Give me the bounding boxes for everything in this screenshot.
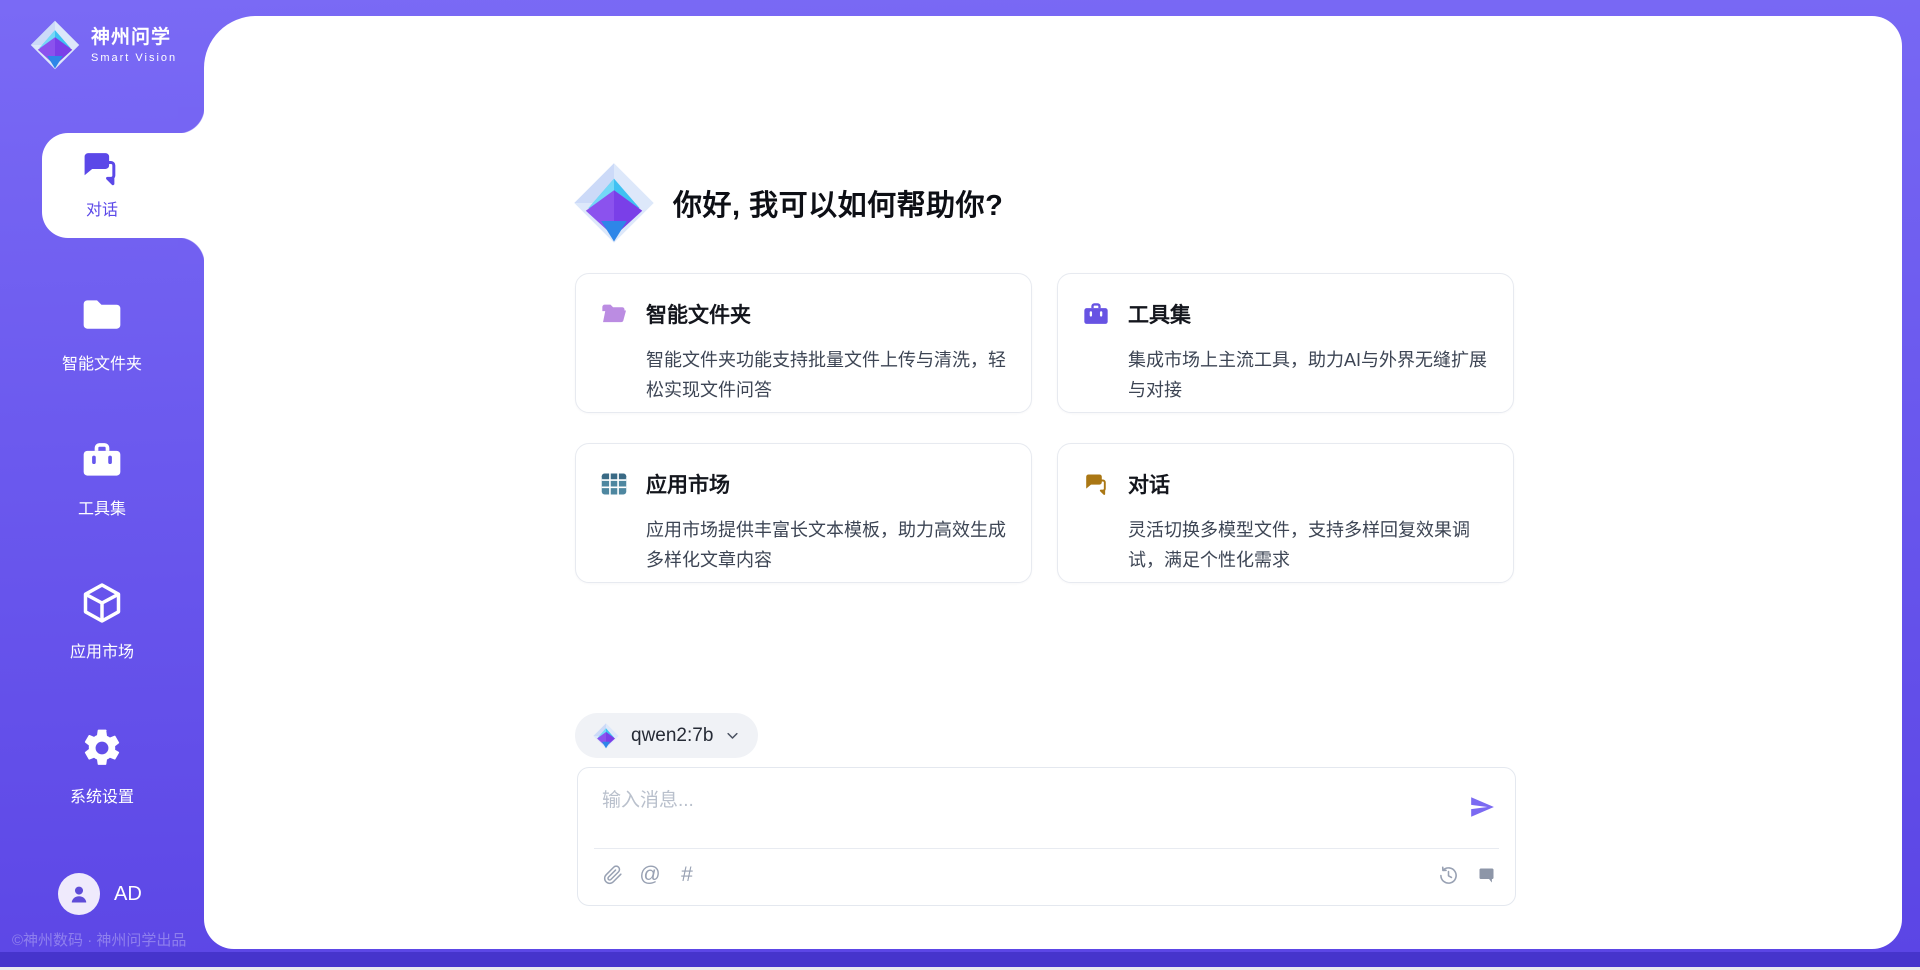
- sidebar-item-label: 工具集: [0, 495, 204, 519]
- bottom-band: [0, 952, 1920, 967]
- card-title: 应用市场: [646, 469, 730, 499]
- person-icon: [67, 882, 91, 906]
- copyright-footer: ©神州数码 · 神州问学出品: [12, 929, 186, 950]
- brand-logo: 神州问学 Smart Vision: [30, 20, 177, 70]
- sidebar-item-smart-folder[interactable]: 智能文件夹: [0, 293, 204, 374]
- user-name: AD: [114, 883, 142, 906]
- sidebar-item-label: 应用市场: [0, 638, 204, 662]
- card-title: 对话: [1128, 469, 1170, 499]
- composer-divider: [594, 848, 1499, 849]
- card-app-market[interactable]: 应用市场 应用市场提供丰富长文本模板，助力高效生成多样化文章内容: [575, 443, 1032, 583]
- message-input[interactable]: [602, 784, 1422, 818]
- model-name: qwen2:7b: [631, 725, 713, 747]
- sidebar-item-label: 对话: [42, 196, 162, 220]
- card-toolset[interactable]: 工具集 集成市场上主流工具，助力AI与外界无缝扩展与对接: [1057, 273, 1514, 413]
- composer-tools-left: @ #: [602, 864, 698, 886]
- hash-icon: #: [681, 864, 693, 886]
- avatar: [58, 873, 100, 915]
- mention-icon: @: [639, 864, 660, 886]
- card-description: 集成市场上主流工具，助力AI与外界无缝扩展与对接: [1128, 345, 1497, 405]
- greeting-block: 你好, 我可以如何帮助你?: [573, 162, 1003, 244]
- folder-open-icon: [600, 300, 628, 328]
- brand-subtitle: Smart Vision: [91, 52, 177, 64]
- brand-diamond-icon: [30, 20, 80, 70]
- message-composer: @ #: [577, 767, 1516, 906]
- sidebar-item-label: 系统设置: [0, 783, 204, 807]
- paperclip-icon: [603, 865, 623, 885]
- toolbox-icon: [80, 438, 124, 482]
- briefcase-icon: [1082, 300, 1110, 328]
- attachment-button[interactable]: [602, 864, 624, 886]
- app-market-icon: [80, 581, 124, 625]
- card-title: 智能文件夹: [646, 299, 751, 329]
- assistant-diamond-icon: [573, 162, 655, 244]
- card-title: 工具集: [1128, 299, 1191, 329]
- history-icon: [1438, 865, 1459, 886]
- card-smart-folder[interactable]: 智能文件夹 智能文件夹功能支持批量文件上传与清洗，轻松实现文件问答: [575, 273, 1032, 413]
- card-description: 智能文件夹功能支持批量文件上传与清洗，轻松实现文件问答: [646, 345, 1015, 405]
- model-selector[interactable]: qwen2:7b: [575, 713, 758, 758]
- send-icon[interactable]: [1469, 794, 1495, 820]
- model-diamond-icon: [593, 723, 619, 749]
- settings-icon: [80, 726, 124, 770]
- folder-icon: [80, 293, 124, 337]
- feature-cards: 智能文件夹 智能文件夹功能支持批量文件上传与清洗，轻松实现文件问答 工具集 集成…: [575, 273, 1514, 583]
- card-chat[interactable]: 对话 灵活切换多模型文件，支持多样回复效果调试，满足个性化需求: [1057, 443, 1514, 583]
- mention-button[interactable]: @: [639, 864, 661, 886]
- chat-icon: [1082, 470, 1110, 498]
- feedback-button[interactable]: [1475, 864, 1497, 886]
- chevron-down-icon: [725, 728, 740, 743]
- sidebar-item-label: 智能文件夹: [0, 350, 204, 374]
- greeting-title: 你好, 我可以如何帮助你?: [673, 182, 1003, 224]
- card-description: 灵活切换多模型文件，支持多样回复效果调试，满足个性化需求: [1128, 515, 1497, 575]
- chat-bubble-icon: [1476, 865, 1497, 886]
- hash-button[interactable]: #: [676, 864, 698, 886]
- sidebar-item-app-market[interactable]: 应用市场: [0, 581, 204, 662]
- card-description: 应用市场提供丰富长文本模板，助力高效生成多样化文章内容: [646, 515, 1015, 575]
- app-window: 神州问学 Smart Vision 对话 智能文件夹 工具集: [0, 0, 1920, 970]
- user-account[interactable]: AD: [58, 873, 142, 915]
- sidebar-item-settings[interactable]: 系统设置: [0, 726, 204, 807]
- history-button[interactable]: [1437, 864, 1459, 886]
- brand-name: 神州问学: [91, 26, 177, 50]
- sidebar-item-toolset[interactable]: 工具集: [0, 438, 204, 519]
- sidebar-item-chat[interactable]: 对话: [42, 133, 206, 238]
- composer-tools-right: [1437, 864, 1497, 886]
- grid-icon: [600, 470, 628, 498]
- chat-icon: [78, 146, 122, 190]
